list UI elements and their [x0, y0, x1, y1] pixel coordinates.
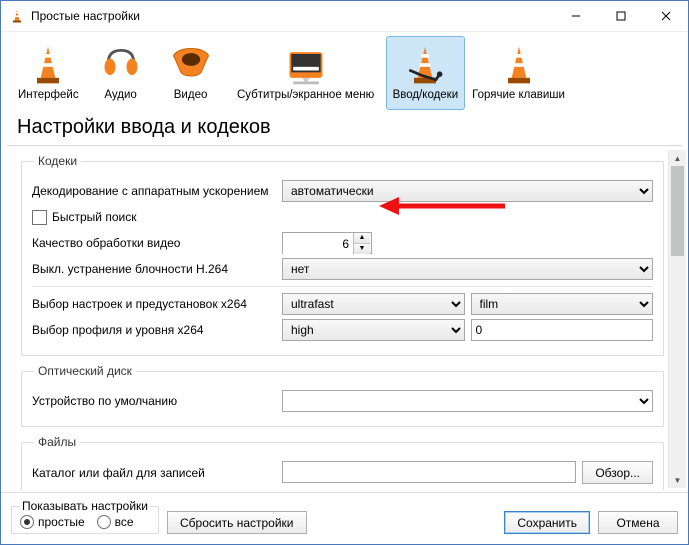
show-settings-legend: Показывать настройки	[20, 499, 150, 513]
category-toolbar: Интерфейс Аудио Видео	[1, 32, 688, 110]
hw-accel-select[interactable]: автоматически	[282, 180, 653, 202]
h264-deblock-label: Выкл. устранение блочности H.264	[32, 262, 282, 276]
minimize-button[interactable]	[553, 1, 598, 31]
group-files-legend: Файлы	[34, 435, 80, 449]
maximize-button[interactable]	[598, 1, 643, 31]
tab-hotkeys[interactable]: Горячие клавиши	[465, 36, 572, 110]
record-dir-label: Каталог или файл для записей	[32, 466, 282, 480]
footer: Показывать настройки простые все Сбросит…	[1, 492, 688, 544]
tab-input-codecs[interactable]: Ввод/кодеки	[386, 36, 466, 110]
tab-audio[interactable]: Аудио	[86, 36, 156, 110]
spin-up-icon[interactable]: ▲	[354, 233, 370, 244]
x264-profile-label: Выбор профиля и уровня x264	[32, 323, 282, 337]
scrollbar-thumb[interactable]	[671, 166, 684, 256]
radio-off-icon	[97, 515, 111, 529]
tab-subtitles-label: Субтитры/экранное меню	[233, 89, 379, 101]
tab-subtitles[interactable]: Субтитры/экранное меню	[226, 36, 386, 110]
scroll-down-icon[interactable]: ▼	[669, 472, 686, 488]
input-codecs-icon	[393, 41, 459, 89]
tab-interface[interactable]: Интерфейс	[11, 36, 86, 110]
checkbox-icon	[32, 210, 47, 225]
titlebar: Простые настройки	[1, 1, 688, 32]
scrollbar-vertical[interactable]: ▲ ▼	[668, 150, 686, 488]
video-quality-input[interactable]	[283, 233, 353, 255]
preferences-window: Простые настройки Интерфейс	[0, 0, 689, 545]
cancel-button[interactable]: Отмена	[598, 511, 678, 534]
radio-all-label: все	[115, 515, 134, 529]
radio-all[interactable]: все	[97, 515, 134, 529]
video-quality-label: Качество обработки видео	[32, 236, 282, 250]
page-heading: Настройки ввода и кодеков	[17, 116, 672, 139]
save-button[interactable]: Сохранить	[504, 511, 590, 534]
tab-audio-label: Аудио	[93, 89, 149, 101]
tab-video-label: Видео	[163, 89, 219, 101]
x264-tune-select[interactable]: film	[471, 293, 654, 315]
optical-default-label: Устройство по умолчанию	[32, 394, 282, 408]
codec-separator	[32, 286, 653, 287]
x264-preset-select[interactable]: ultrafast	[282, 293, 465, 315]
window-title: Простые настройки	[31, 9, 553, 23]
fast-seek-checkbox[interactable]: Быстрый поиск	[32, 210, 136, 225]
group-codecs: Кодеки Декодирование с аппаратным ускоре…	[21, 154, 664, 356]
video-icon	[163, 41, 219, 89]
group-optical: Оптический диск Устройство по умолчанию	[21, 364, 664, 427]
group-files: Файлы Каталог или файл для записей Обзор…	[21, 435, 664, 490]
tab-hotkeys-label: Горячие клавиши	[472, 89, 565, 101]
hw-accel-label: Декодирование с аппаратным ускорением	[32, 184, 282, 198]
radio-simple[interactable]: простые	[20, 515, 85, 529]
settings-scroll-area: Кодеки Декодирование с аппаратным ускоре…	[7, 148, 668, 490]
fast-seek-label: Быстрый поиск	[52, 210, 136, 224]
vlc-cone-icon	[9, 8, 25, 24]
tab-input-codecs-label: Ввод/кодеки	[393, 89, 459, 101]
hotkeys-icon	[472, 41, 565, 89]
x264-preset-label: Выбор настроек и предустановок x264	[32, 297, 282, 311]
tab-video[interactable]: Видео	[156, 36, 226, 110]
scroll-up-icon[interactable]: ▲	[669, 150, 686, 166]
optical-default-select[interactable]	[282, 390, 653, 412]
reset-button[interactable]: Сбросить настройки	[167, 511, 306, 534]
subtitles-icon	[233, 41, 379, 89]
browse-button[interactable]: Обзор...	[582, 461, 653, 484]
x264-level-input[interactable]	[471, 319, 654, 341]
interface-icon	[18, 41, 79, 89]
group-codecs-legend: Кодеки	[34, 154, 81, 168]
group-optical-legend: Оптический диск	[34, 364, 136, 378]
x264-profile-select[interactable]: high	[282, 319, 465, 341]
radio-simple-label: простые	[38, 515, 85, 529]
record-dir-input[interactable]	[282, 461, 576, 483]
spin-down-icon[interactable]: ▼	[354, 244, 370, 254]
h264-deblock-select[interactable]: нет	[282, 258, 653, 280]
video-quality-spin[interactable]: ▲ ▼	[282, 232, 372, 254]
tab-interface-label: Интерфейс	[18, 89, 79, 101]
audio-icon	[93, 41, 149, 89]
close-button[interactable]	[643, 1, 688, 31]
radio-on-icon	[20, 515, 34, 529]
show-settings-group: Показывать настройки простые все	[11, 499, 159, 534]
